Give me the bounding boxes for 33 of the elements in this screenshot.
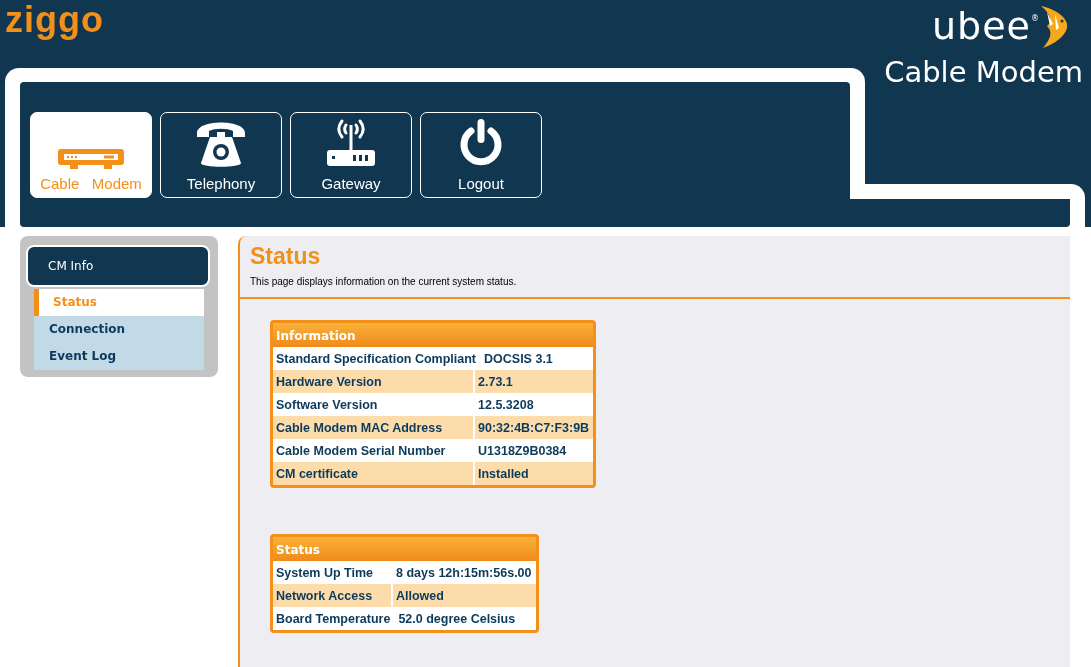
table-cell-text: Installed [477, 466, 530, 483]
provider-logo: ziggo [5, 0, 104, 40]
nav-tab[interactable]: Gateway [290, 112, 412, 198]
sidebar-item[interactable]: Connection [34, 316, 204, 343]
table-cell-text: 12.5.3208 [477, 397, 535, 414]
table-title: Information [273, 323, 594, 347]
table-cell-text: CM certificate [275, 466, 359, 483]
table-cell-text: 8 days 12h:15m:56s.00 [395, 565, 533, 582]
table-cell-text: DOCSIS 3.1 [483, 351, 554, 368]
sidebar-group-header[interactable]: CM Info [26, 245, 210, 287]
table-cell-text: Software Version [275, 397, 379, 414]
product-title: Cable Modem [883, 54, 1084, 91]
nav-tab[interactable]: Telephony [160, 112, 282, 198]
table-cell-text: Network Access [275, 588, 374, 605]
table-cell-text: Board Temperature [275, 611, 392, 628]
table-cell-text: System Up Time [275, 565, 375, 582]
nav-tab[interactable]: Logout [420, 112, 542, 198]
table-cell-text: U1318Z9B0384 [477, 443, 568, 460]
registered-mark: ® [1031, 14, 1039, 23]
fish-icon [1039, 4, 1069, 50]
sidebar-item[interactable]: Event Log [34, 343, 204, 370]
table-cell-text: Cable Modem Serial Number [275, 443, 447, 460]
table-title: Status [273, 537, 536, 561]
table-cell-text: Standard Specification Compliant [275, 351, 478, 368]
page-title: Status [250, 242, 322, 270]
page-description: This page displays information on the current system status. [250, 276, 518, 287]
table-cell-text: 52.0 degree Celsius [397, 611, 517, 628]
table-cell-text: Cable Modem MAC Address [275, 420, 444, 437]
table-cell-text: 2.73.1 [477, 374, 514, 391]
table-cell-text: Allowed [395, 588, 445, 605]
brand-logo: ubee [932, 4, 1031, 48]
table-cell-text: 90:32:4B:C7:F3:9B [477, 420, 591, 437]
table-cell-text: Hardware Version [275, 374, 383, 391]
